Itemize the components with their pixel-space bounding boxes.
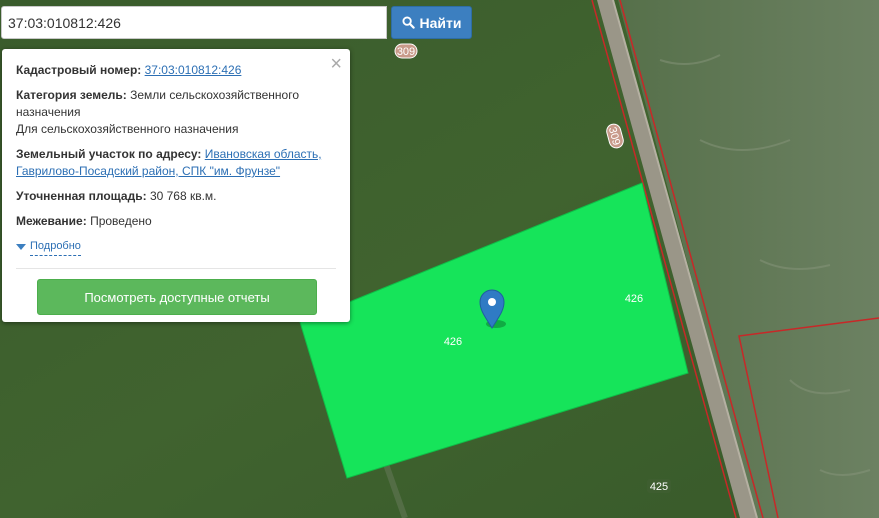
cadastral-number-row: Кадастровый номер: 37:03:010812:426: [16, 62, 336, 79]
survey-row: Межевание: Проведено: [16, 213, 336, 230]
svg-text:309: 309: [397, 46, 415, 58]
land-use-value: Для сельскохозяйственного назначения: [16, 122, 239, 136]
survey-label: Межевание:: [16, 214, 87, 228]
parcel-label-bottom: 425: [647, 479, 671, 493]
parcel-info-popup: × Кадастровый номер: 37:03:010812:426 Ка…: [2, 49, 350, 322]
cadastral-number-label: Кадастровый номер:: [16, 63, 142, 77]
road-label-top: 309: [394, 43, 418, 59]
close-icon[interactable]: ×: [330, 54, 342, 74]
details-toggle[interactable]: Подробно: [16, 238, 336, 256]
land-category-label: Категория земель:: [16, 88, 127, 102]
address-label: Земельный участок по адресу:: [16, 147, 202, 161]
parcel-label-inner: 426: [444, 336, 462, 348]
search-bar: Найти: [1, 6, 472, 39]
cadastral-number-link[interactable]: 37:03:010812:426: [145, 63, 242, 77]
address-row: Земельный участок по адресу: Ивановская …: [16, 146, 336, 180]
search-button[interactable]: Найти: [391, 6, 472, 39]
caret-down-icon: [16, 244, 26, 250]
view-reports-button[interactable]: Посмотреть доступные отчеты: [37, 279, 317, 315]
land-category-row: Категория земель: Земли сельскохозяйстве…: [16, 87, 336, 138]
search-icon: [401, 16, 415, 29]
parcel-label-main: 426: [625, 293, 643, 305]
area-row: Уточненная площадь: 30 768 кв.м.: [16, 188, 336, 205]
popup-divider: [16, 268, 336, 269]
area-label: Уточненная площадь:: [16, 189, 147, 203]
cadastral-search-input[interactable]: [1, 6, 387, 39]
area-value: 30 768 кв.м.: [149, 189, 217, 203]
search-button-label: Найти: [419, 14, 462, 31]
details-link[interactable]: Подробно: [30, 238, 81, 256]
svg-text:425: 425: [650, 481, 668, 493]
survey-value: Проведено: [90, 214, 152, 228]
